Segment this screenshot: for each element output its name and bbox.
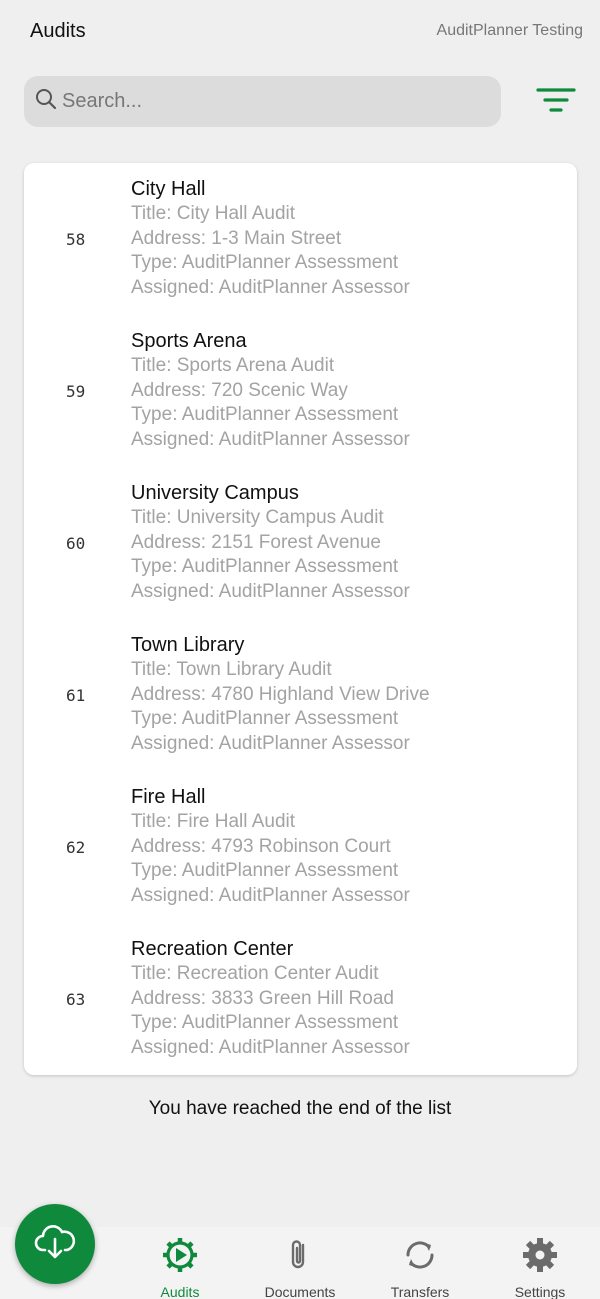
filter-button[interactable]	[534, 86, 578, 118]
audit-list-item[interactable]: 59 Sports Arena Title: Sports Arena Audi…	[24, 315, 577, 467]
audit-address: Address: 2151 Forest Avenue	[131, 532, 381, 553]
nav-item-settings[interactable]: Settings	[480, 1227, 600, 1299]
filter-icon	[536, 86, 576, 119]
nav-label-audits: Audits	[160, 1284, 200, 1299]
audit-address: Address: 4780 Highland View Drive	[131, 684, 430, 705]
audit-address: Address: 720 Scenic Way	[131, 380, 348, 401]
search-input[interactable]	[62, 90, 482, 113]
audit-type: Type: AuditPlanner Assessment	[131, 1012, 399, 1033]
settings-gear-icon	[520, 1227, 560, 1280]
audit-name: Sports Arena	[131, 330, 247, 352]
audit-id: 59	[66, 382, 86, 401]
audit-type: Type: AuditPlanner Assessment	[131, 860, 399, 881]
audit-title: Title: Town Library Audit	[131, 659, 332, 680]
audit-list-item[interactable]: 61 Town Library Title: Town Library Audi…	[24, 619, 577, 771]
audit-address: Address: 3833 Green Hill Road	[131, 988, 394, 1009]
search-bar[interactable]	[24, 76, 501, 127]
audit-id: 62	[66, 838, 86, 857]
audit-id: 60	[66, 534, 86, 553]
audit-id: 58	[66, 230, 86, 249]
nav-item-documents[interactable]: Documents	[240, 1227, 360, 1299]
audit-list-item[interactable]: 58 City Hall Title: City Hall Audit Addr…	[24, 163, 577, 315]
audit-name: University Campus	[131, 482, 299, 504]
audit-title: Title: University Campus Audit	[131, 507, 384, 528]
audit-assigned: Assigned: AuditPlanner Assessor	[131, 733, 410, 754]
page-title: Audits	[30, 20, 86, 42]
nav-item-transfers[interactable]: Transfers	[360, 1227, 480, 1299]
audit-id: 61	[66, 686, 86, 705]
audit-list: 58 City Hall Title: City Hall Audit Addr…	[24, 163, 577, 1075]
audit-type: Type: AuditPlanner Assessment	[131, 404, 399, 425]
organization-name: AuditPlanner Testing	[436, 22, 583, 39]
nav-item-audits[interactable]: Audits	[120, 1227, 240, 1299]
audit-list-item[interactable]: 60 University Campus Title: University C…	[24, 467, 577, 619]
paperclip-icon	[280, 1227, 320, 1280]
audit-assigned: Assigned: AuditPlanner Assessor	[131, 1037, 410, 1058]
download-fab-button[interactable]	[15, 1204, 95, 1284]
audit-id: 63	[66, 990, 86, 1009]
audit-title: Title: Sports Arena Audit	[131, 355, 335, 376]
audit-address: Address: 1-3 Main Street	[131, 228, 342, 249]
nav-label-settings: Settings	[514, 1284, 566, 1299]
audit-name: Fire Hall	[131, 786, 206, 808]
audit-assigned: Assigned: AuditPlanner Assessor	[131, 429, 410, 450]
audit-list-item[interactable]: 63 Recreation Center Title: Recreation C…	[24, 923, 577, 1075]
app-header: Audits AuditPlanner Testing	[0, 0, 600, 64]
audit-assigned: Assigned: AuditPlanner Assessor	[131, 277, 410, 298]
nav-label-transfers: Transfers	[390, 1284, 450, 1299]
audit-list-item[interactable]: 62 Fire Hall Title: Fire Hall Audit Addr…	[24, 771, 577, 923]
audit-address: Address: 4793 Robinson Court	[131, 836, 391, 857]
audit-type: Type: AuditPlanner Assessment	[131, 252, 399, 273]
nav-label-documents: Documents	[264, 1284, 336, 1299]
audit-assigned: Assigned: AuditPlanner Assessor	[131, 581, 410, 602]
audit-title: Title: Fire Hall Audit	[131, 811, 296, 832]
audit-title: Title: Recreation Center Audit	[131, 963, 379, 984]
audit-type: Type: AuditPlanner Assessment	[131, 556, 399, 577]
audit-type: Type: AuditPlanner Assessment	[131, 708, 399, 729]
cloud-download-icon	[33, 1222, 77, 1267]
audit-name: Town Library	[131, 634, 245, 656]
sync-icon	[400, 1227, 440, 1280]
audit-name: City Hall	[131, 178, 206, 200]
end-of-list-message: You have reached the end of the list	[148, 1098, 452, 1119]
audits-gear-play-icon	[160, 1227, 200, 1280]
audit-assigned: Assigned: AuditPlanner Assessor	[131, 885, 410, 906]
audit-title: Title: City Hall Audit	[131, 203, 296, 224]
search-icon	[34, 87, 58, 116]
audit-name: Recreation Center	[131, 938, 294, 960]
